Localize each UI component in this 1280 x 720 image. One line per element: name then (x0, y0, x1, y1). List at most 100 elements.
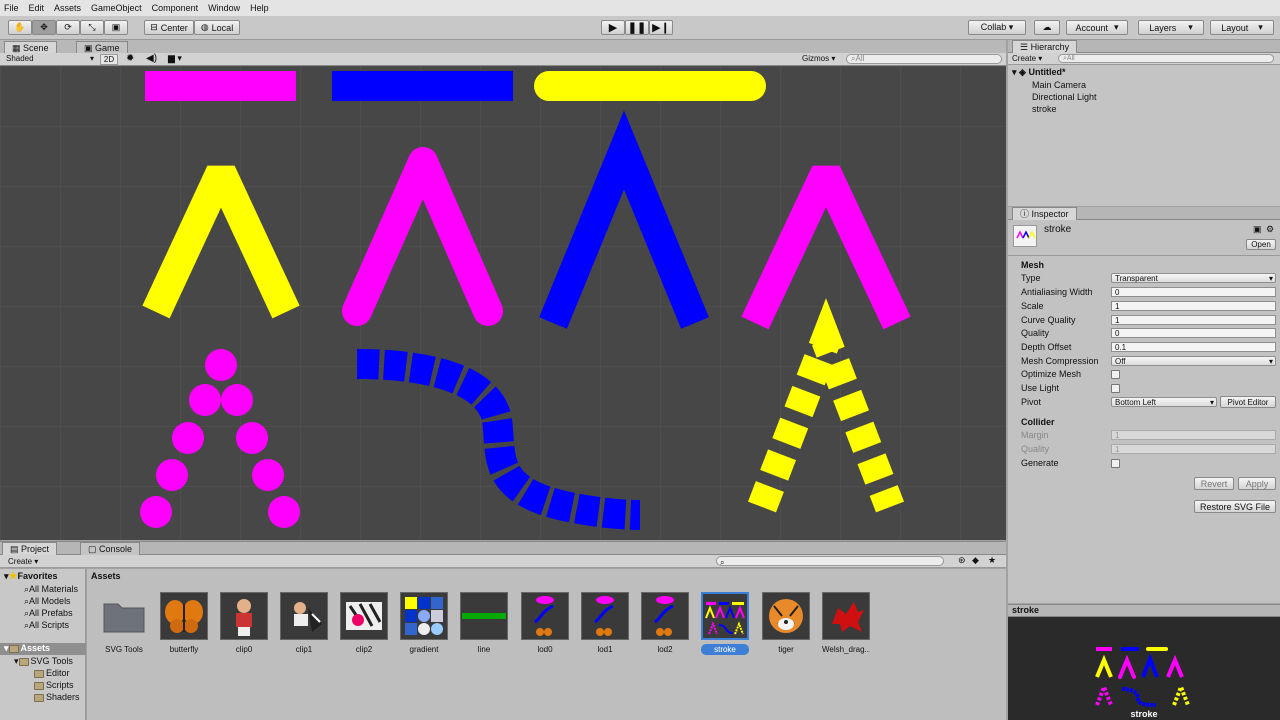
hierarchy-scene-root[interactable]: ▾ ◈ Untitled* (1012, 67, 1065, 78)
pause-button[interactable]: ❚❚ (625, 20, 649, 35)
step-button[interactable]: ▶❙ (649, 20, 673, 35)
asset-svg-tools[interactable]: SVG Tools (100, 592, 148, 655)
field-label-optimize-mesh: Optimize Mesh (1021, 369, 1082, 379)
tab-project[interactable]: ▤ Project (2, 542, 58, 555)
use-light-checkbox[interactable] (1111, 384, 1120, 393)
chevron-down-icon: ▾ (89, 54, 94, 63)
generate-checkbox[interactable] (1111, 459, 1120, 468)
favorite-all-scripts[interactable]: ⌕All Scripts (24, 620, 69, 631)
project-create-button[interactable]: Create ▾ (8, 557, 38, 566)
favorite-all-prefabs[interactable]: ⌕All Prefabs (24, 608, 73, 619)
collab-dropdown[interactable]: Collab ▾ (968, 20, 1026, 35)
asset-lod0[interactable]: lod0 (521, 592, 569, 655)
account-dropdown[interactable]: Account ▾ (1066, 20, 1128, 35)
assets-root-node[interactable]: ▾ Assets (0, 643, 86, 655)
menu-edit[interactable]: Edit (29, 3, 45, 13)
effects-dropdown[interactable]: ▆ ▾ (168, 53, 182, 64)
pivot-dropdown[interactable]: Bottom Left ▾ (1111, 397, 1217, 407)
scene-view[interactable] (0, 66, 1006, 540)
curve-quality-input[interactable]: 1 (1111, 315, 1276, 325)
hierarchy-toolbar: Create ▾ ⌕All (1008, 53, 1280, 65)
pivot-local-button[interactable]: ◍ Local (194, 20, 240, 35)
scale-tool-button[interactable]: ⤡ (80, 20, 104, 35)
gear-icon[interactable]: ⚙ (1266, 224, 1274, 235)
scene-canvas (0, 66, 1006, 540)
favorites-node[interactable]: ▾★Favorites (4, 571, 58, 582)
cloud-button[interactable]: ☁ (1034, 20, 1060, 35)
tree-item-shaders[interactable]: Shaders (34, 692, 80, 702)
optimize-mesh-checkbox[interactable] (1111, 370, 1120, 379)
shading-mode-dropdown[interactable]: Shaded ▾ (6, 54, 94, 65)
tree-item-svg-tools[interactable]: ▾ SVG Tools (14, 656, 73, 667)
lod2-thumbnail (641, 592, 689, 640)
hierarchy-search-input[interactable]: ⌕All (1058, 54, 1274, 63)
mode-2d-toggle[interactable]: 2D (100, 54, 118, 65)
menu-window[interactable]: Window (208, 3, 240, 13)
type-dropdown[interactable]: Transparent ▾ (1111, 273, 1276, 283)
tree-item-editor[interactable]: Editor (34, 668, 70, 678)
preview-pane[interactable]: stroke (1008, 617, 1280, 720)
hand-tool-button[interactable]: ✋ (8, 20, 32, 35)
asset-lod2[interactable]: lod2 (641, 592, 689, 655)
favorite-all-materials[interactable]: ⌕All Materials (24, 584, 78, 595)
move-tool-button[interactable]: ✥ (32, 20, 56, 35)
project-search-input[interactable]: ⌕ (716, 556, 944, 567)
menu-gameobject[interactable]: GameObject (91, 3, 142, 13)
inspector-object-name: stroke (1044, 224, 1072, 235)
star-icon[interactable]: ★ (988, 555, 996, 566)
help-icon[interactable]: ▣ (1253, 224, 1262, 235)
play-button[interactable]: ▶ (601, 20, 625, 35)
hierarchy-item-stroke[interactable]: stroke (1032, 104, 1057, 114)
lighting-toggle[interactable]: ✹ (126, 53, 134, 64)
tab-inspector[interactable]: ⓘ Inspector (1012, 207, 1077, 220)
asset-stroke[interactable]: stroke (701, 592, 749, 655)
layers-dropdown[interactable]: Layers ▾ (1138, 20, 1204, 35)
filter-label-icon[interactable]: ◆ (972, 555, 979, 566)
menu-file[interactable]: File (4, 3, 19, 13)
gizmos-dropdown[interactable]: Gizmos ▾ (802, 54, 835, 63)
folder-icon: ▤ (10, 544, 22, 554)
open-button[interactable]: Open (1246, 239, 1276, 250)
tab-project-label: Project (21, 544, 50, 554)
asset-clip1[interactable]: clip1 (280, 592, 328, 655)
depth-offset-input[interactable]: 0.1 (1111, 342, 1276, 352)
rotate-tool-button[interactable]: ⟳ (56, 20, 80, 35)
hierarchy-item-directional-light[interactable]: Directional Light (1032, 92, 1097, 102)
antialiasing-width-input[interactable]: 0 (1111, 287, 1276, 297)
asset-tiger[interactable]: tiger (762, 592, 810, 655)
restore-svg-button[interactable]: Restore SVG File (1194, 500, 1276, 513)
asset-line[interactable]: line (460, 592, 508, 655)
asset-gradient[interactable]: gradient (400, 592, 448, 655)
mesh-compression-dropdown[interactable]: Off ▾ (1111, 356, 1276, 366)
hierarchy-create-button[interactable]: Create ▾ (1012, 54, 1042, 63)
tab-hierarchy[interactable]: ☰ Hierarchy (1012, 40, 1078, 53)
asset-butterfly[interactable]: butterfly (160, 592, 208, 655)
scale-input[interactable]: 1 (1111, 301, 1276, 311)
rect-tool-button[interactable]: ▣ (104, 20, 128, 35)
field-label-depth-offset: Depth Offset (1021, 342, 1072, 352)
audio-toggle[interactable]: ◀) (146, 53, 157, 64)
pivot-center-button[interactable]: ⊟ Center (144, 20, 194, 35)
favorite-all-models[interactable]: ⌕All Models (24, 596, 71, 607)
tab-console[interactable]: ▢ Console (80, 542, 141, 555)
scene-search-input[interactable]: ⌕All (846, 54, 1002, 64)
chevron-down-icon: ▾ (1268, 274, 1273, 283)
menu-assets[interactable]: Assets (54, 3, 81, 13)
asset-lod1[interactable]: lod1 (581, 592, 629, 655)
asset-clip0[interactable]: clip0 (220, 592, 268, 655)
tree-item-scripts[interactable]: Scripts (34, 680, 74, 690)
hierarchy-item-main-camera[interactable]: Main Camera (1032, 80, 1086, 90)
menu-component[interactable]: Component (152, 3, 199, 13)
apply-button[interactable]: Apply (1238, 477, 1276, 490)
pivot-editor-button[interactable]: Pivot Editor (1220, 396, 1276, 408)
lod1-thumbnail (581, 592, 629, 640)
asset-welsh-dragon[interactable]: Welsh_drag... (822, 592, 870, 655)
filter-type-icon[interactable]: ⊛ (958, 555, 966, 566)
layout-dropdown[interactable]: Layout ▾ (1210, 20, 1274, 35)
asset-label-selected: stroke (701, 644, 749, 655)
lod0-thumbnail (521, 592, 569, 640)
revert-button[interactable]: Revert (1194, 477, 1234, 490)
menu-help[interactable]: Help (250, 3, 269, 13)
quality-input[interactable]: 0 (1111, 328, 1276, 338)
asset-clip2[interactable]: clip2 (340, 592, 388, 655)
